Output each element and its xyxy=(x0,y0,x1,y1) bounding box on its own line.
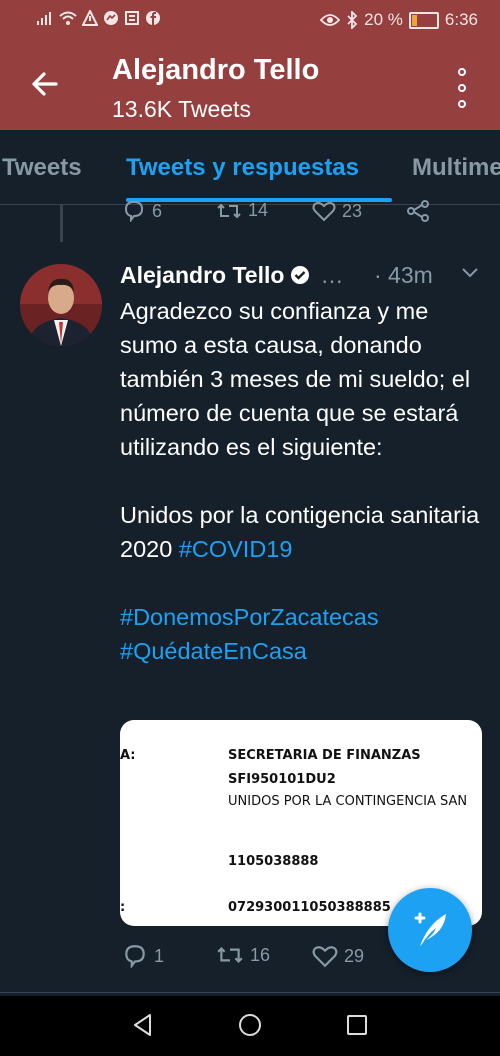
tweet-body: Agradezco su confianza y me sumo a esta … xyxy=(120,298,471,460)
battery-icon xyxy=(408,11,439,29)
warning-icon xyxy=(82,10,98,26)
retweet-button[interactable]: 14 xyxy=(216,200,268,221)
like-count: 23 xyxy=(342,200,363,221)
prev-tweet-actions: 6 14 23 xyxy=(0,200,500,226)
share-button[interactable] xyxy=(406,200,430,222)
tweet-author-name[interactable]: Alejandro Tello xyxy=(120,262,284,289)
compose-tweet-button[interactable] xyxy=(388,888,472,972)
nav-recents-icon[interactable] xyxy=(344,1012,370,1038)
share-icon xyxy=(407,200,429,222)
reply-button[interactable]: 6 xyxy=(122,200,162,222)
wifi-icon xyxy=(59,11,77,25)
tweet-time: · 43m xyxy=(374,261,433,288)
signal-icon xyxy=(37,12,51,25)
reply-icon xyxy=(125,945,145,968)
media-text: 072930011050388885 xyxy=(228,900,391,915)
tweet-body-text: Unidos por la contigencia sanitaria 2020 xyxy=(120,502,480,562)
tweet-header: Alejandro Tello … · 43m xyxy=(120,258,490,292)
battery-percent: 20 % xyxy=(364,10,403,29)
tab-tweets-y-respuestas[interactable]: Tweets y respuestas xyxy=(126,154,359,182)
nav-back-icon[interactable] xyxy=(130,1012,156,1038)
like-button[interactable]: 23 xyxy=(312,200,362,222)
media-text: 1105038888 xyxy=(228,854,319,869)
media-text: UNIDOS POR LA CONTINGENCIA SAN xyxy=(228,794,468,809)
reply-icon xyxy=(124,200,144,222)
avatar[interactable] xyxy=(20,264,102,346)
system-navigation-bar xyxy=(0,996,500,1056)
status-icons-right: 20 % 6:36 xyxy=(320,10,478,30)
clock: 6:36 xyxy=(444,10,478,29)
nav-home-icon[interactable] xyxy=(237,1012,263,1038)
more-options-icon[interactable] xyxy=(454,68,470,108)
retweet-button[interactable]: 16 xyxy=(216,944,270,966)
reply-count: 1 xyxy=(154,945,165,966)
media-text: SECRETARIA DE FINANZAS xyxy=(228,748,421,763)
tweet-handle: … xyxy=(320,261,344,288)
bluetooth-icon xyxy=(347,11,358,29)
back-arrow-icon[interactable] xyxy=(26,64,66,104)
media-text: : xyxy=(120,900,126,915)
status-icons-left xyxy=(36,10,161,26)
like-count: 29 xyxy=(344,945,365,966)
profile-name-title: Alejandro Tello xyxy=(112,54,320,86)
tweet-count: 13.6K Tweets xyxy=(112,96,251,122)
facebook-icon xyxy=(146,11,160,25)
tab-tweets[interactable]: Tweets xyxy=(2,154,82,182)
hashtag-donemos[interactable]: #DonemosPorZacatecas xyxy=(120,600,488,634)
tweet-text: Agradezco su confianza y me sumo a esta … xyxy=(120,294,488,668)
retweet-count: 14 xyxy=(248,200,269,220)
profile-header: Alejandro Tello 13.6K Tweets xyxy=(0,42,500,130)
chevron-down-icon[interactable] xyxy=(460,266,480,280)
messenger-icon xyxy=(104,11,118,25)
retweet-icon xyxy=(217,947,243,963)
retweet-count: 16 xyxy=(250,944,271,965)
heart-icon xyxy=(312,201,336,222)
media-text: SFI950101DU2 xyxy=(228,772,336,787)
divider xyxy=(0,992,500,993)
heart-icon xyxy=(312,946,338,968)
tweet-body-line-2: Unidos por la contigencia sanitaria 2020… xyxy=(120,498,488,566)
hashtag-quedateencasa[interactable]: #QuédateEnCasa xyxy=(120,634,488,668)
tab-multimedia[interactable]: Multime xyxy=(412,154,500,182)
status-bar: 20 % 6:36 xyxy=(0,0,500,42)
hashtag-covid19[interactable]: #COVID19 xyxy=(179,536,293,562)
news-icon xyxy=(125,11,139,25)
profile-tabs: Tweets Tweets y respuestas Multime xyxy=(0,130,500,205)
reply-button[interactable]: 1 xyxy=(122,944,164,968)
media-text: A: xyxy=(120,748,136,763)
battery-level xyxy=(411,14,418,26)
retweet-icon xyxy=(217,203,241,218)
like-button[interactable]: 29 xyxy=(312,944,364,968)
eye-icon xyxy=(320,14,341,26)
compose-quill-icon xyxy=(414,912,446,946)
verified-badge-icon xyxy=(291,266,310,284)
reply-count: 6 xyxy=(152,200,163,221)
